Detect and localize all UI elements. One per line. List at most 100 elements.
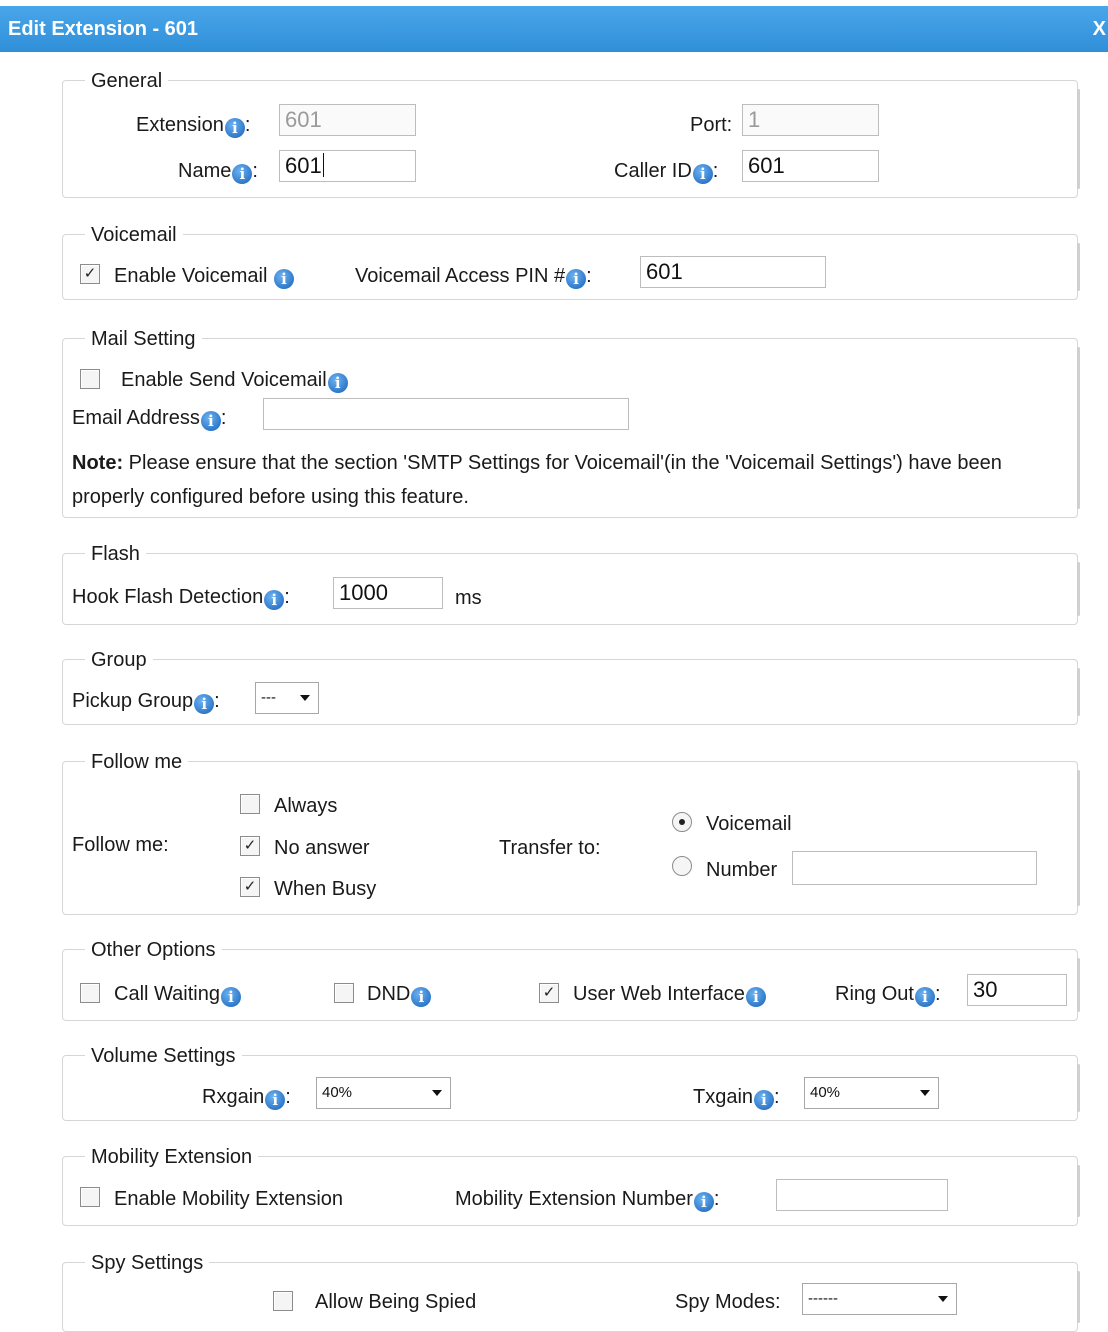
voicemail-pin-label-row: Voicemail Access PIN # i:: [355, 264, 592, 289]
info-icon[interactable]: i: [265, 1090, 286, 1110]
always-label: Always: [274, 795, 338, 817]
hook-flash-input[interactable]: 1000: [333, 577, 443, 609]
info-icon[interactable]: i: [200, 411, 221, 431]
followme-number-input[interactable]: [792, 851, 1037, 885]
enable-voicemail-checkbox[interactable]: ✓: [80, 264, 100, 284]
name-label: Name: [178, 160, 232, 182]
voicemail-radio-label: Voicemail: [706, 813, 792, 835]
section-shadow: [1077, 562, 1080, 616]
section-shadow: [1077, 89, 1080, 189]
voicemail-pin-label: Voicemail Access PIN #: [355, 265, 566, 287]
info-icon[interactable]: i: [411, 987, 432, 1007]
colon: :: [220, 407, 227, 429]
rxgain-label-row: Rxgain i:: [202, 1085, 291, 1110]
name-input[interactable]: 601: [279, 150, 416, 182]
section-legend: Follow me: [85, 749, 189, 775]
section-shadow: [1077, 1271, 1080, 1323]
pickup-group-label-row: Pickup Group i:: [72, 689, 220, 714]
pickup-group-select[interactable]: ---: [255, 682, 319, 714]
info-icon[interactable]: i: [232, 164, 253, 184]
pickup-group-label: Pickup Group: [72, 690, 194, 712]
when-busy-checkbox[interactable]: ✓: [240, 877, 260, 897]
radio-dot: [679, 819, 685, 825]
name-label-row: Name i:: [178, 159, 258, 184]
hook-flash-unit: ms: [455, 587, 482, 609]
port-input[interactable]: 1: [742, 104, 879, 136]
mobility-number-label: Mobility Extension Number: [455, 1188, 693, 1210]
smtp-note: Note: Please ensure that the section 'SM…: [72, 446, 1062, 514]
check-icon: ✓: [243, 878, 257, 895]
voicemail-pin-input[interactable]: 601: [640, 256, 826, 288]
colon: :: [285, 1086, 291, 1108]
transfer-to-label: Transfer to:: [499, 837, 601, 859]
enable-send-voicemail-text: Enable Send Voicemail: [121, 369, 327, 391]
info-icon[interactable]: i: [754, 1090, 775, 1110]
note-bold: Note:: [72, 452, 124, 474]
chevron-down-icon: [300, 695, 310, 701]
ring-out-input[interactable]: 30: [967, 974, 1067, 1006]
mobility-number-label-row: Mobility Extension Number i:: [455, 1187, 719, 1212]
spy-modes-label: Spy Modes:: [675, 1291, 781, 1313]
note-text: Please ensure that the section 'SMTP Set…: [72, 452, 1002, 508]
email-input[interactable]: [263, 398, 629, 430]
info-icon[interactable]: i: [274, 269, 294, 289]
rxgain-label: Rxgain: [202, 1086, 265, 1108]
voicemail-radio[interactable]: [672, 812, 692, 832]
enable-mobility-checkbox[interactable]: [80, 1187, 100, 1207]
info-icon[interactable]: i: [914, 987, 935, 1007]
followme-label: Follow me:: [72, 834, 169, 856]
info-icon[interactable]: i: [264, 590, 285, 610]
check-icon: ✓: [83, 265, 97, 282]
section-legend: Volume Settings: [85, 1043, 242, 1069]
spy-modes-value: ------: [808, 1290, 838, 1307]
user-web-interface-text: User Web Interface: [573, 983, 745, 1005]
info-icon[interactable]: i: [220, 987, 241, 1007]
rxgain-select[interactable]: 40%: [316, 1077, 451, 1109]
dnd-checkbox[interactable]: [334, 983, 354, 1003]
allow-being-spied-checkbox[interactable]: [273, 1291, 293, 1311]
info-icon[interactable]: i: [745, 987, 766, 1007]
callerid-label-row: Caller ID i:: [614, 159, 718, 184]
colon: :: [244, 114, 251, 136]
info-icon[interactable]: i: [194, 694, 215, 714]
section-legend: Voicemail: [85, 222, 183, 248]
spy-modes-select[interactable]: ------: [802, 1283, 957, 1315]
extension-input[interactable]: 601: [279, 104, 416, 136]
callerid-label: Caller ID: [614, 160, 692, 182]
call-waiting-checkbox[interactable]: [80, 983, 100, 1003]
dialog-title: Edit Extension - 601: [8, 18, 199, 40]
section-shadow: [1077, 243, 1080, 291]
callerid-input[interactable]: 601: [742, 150, 879, 182]
always-checkbox[interactable]: [240, 794, 260, 814]
enable-mobility-label: Enable Mobility Extension: [114, 1188, 344, 1210]
no-answer-checkbox[interactable]: ✓: [240, 836, 260, 856]
info-icon[interactable]: i: [327, 373, 348, 393]
section-legend: Mail Setting: [85, 326, 202, 352]
enable-send-voicemail-label: Enable Send Voicemail i: [121, 368, 348, 393]
info-icon[interactable]: i: [224, 118, 245, 138]
call-waiting-text: Call Waiting: [114, 983, 220, 1005]
check-icon: ✓: [243, 837, 257, 854]
section-shadow: [1077, 1064, 1080, 1112]
text-caret: [322, 153, 324, 177]
user-web-interface-checkbox[interactable]: ✓: [539, 983, 559, 1003]
info-icon[interactable]: i: [566, 269, 587, 289]
call-waiting-label: Call Waiting i: [114, 982, 241, 1007]
name-value: 601: [285, 153, 322, 178]
section-shadow: [1077, 770, 1080, 906]
number-radio[interactable]: [672, 856, 692, 876]
hook-flash-label-row: Hook Flash Detection i:: [72, 585, 290, 610]
info-icon[interactable]: i: [692, 164, 713, 184]
section-shadow: [1077, 958, 1080, 1012]
check-icon: ✓: [542, 984, 556, 1001]
section-legend: Flash: [85, 541, 146, 567]
colon: :: [252, 160, 258, 182]
enable-send-voicemail-checkbox[interactable]: [80, 369, 100, 389]
allow-being-spied-label: Allow Being Spied: [315, 1291, 477, 1313]
close-icon[interactable]: X: [1093, 18, 1106, 41]
info-icon[interactable]: i: [693, 1192, 714, 1212]
mobility-number-input[interactable]: [776, 1179, 948, 1211]
section-legend: Group: [85, 647, 153, 673]
txgain-select[interactable]: 40%: [804, 1077, 939, 1109]
colon: :: [214, 690, 220, 712]
